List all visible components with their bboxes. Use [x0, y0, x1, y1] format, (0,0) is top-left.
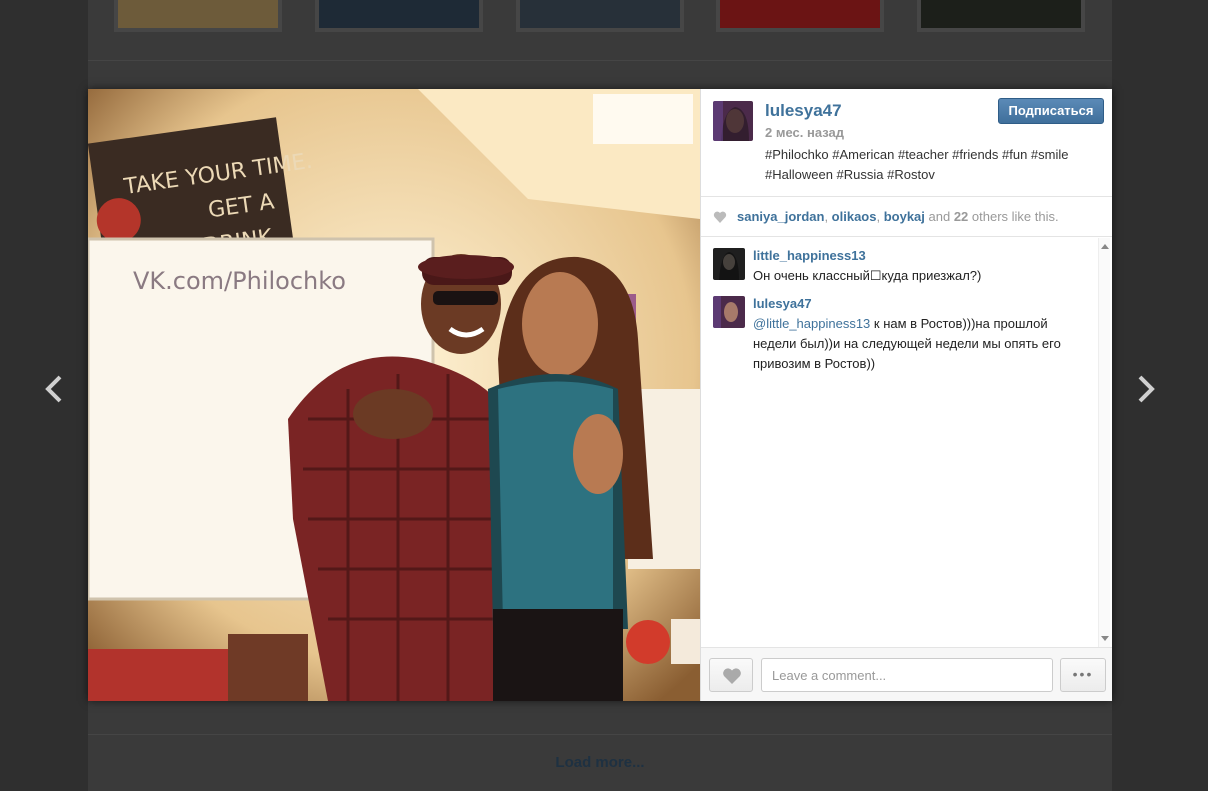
- post-header: lulesya47 2 мес. назад #Philochko #Ameri…: [701, 89, 1112, 197]
- heart-icon: [713, 211, 727, 223]
- background-thumbnail: [114, 0, 282, 32]
- post-timestamp: 2 мес. назад: [765, 125, 844, 140]
- scroll-up-icon[interactable]: [1101, 244, 1109, 249]
- next-arrow-icon[interactable]: [1126, 372, 1166, 412]
- scroll-down-icon[interactable]: [1101, 636, 1109, 641]
- background-thumbnail: [917, 0, 1085, 32]
- comment-text: Он очень классный☐куда приезжал?): [753, 268, 982, 283]
- like-button[interactable]: [709, 658, 753, 692]
- comment-mention-link[interactable]: @little_happiness13: [753, 316, 870, 331]
- load-more-link[interactable]: Load more...: [88, 754, 1112, 771]
- likes-and-text: and: [924, 209, 954, 224]
- commenter-avatar[interactable]: [713, 248, 745, 280]
- background-thumbnail: [315, 0, 483, 32]
- post-caption: #Philochko #American #teacher #friends #…: [765, 147, 1069, 182]
- background-thumbnail: [716, 0, 884, 32]
- comment-footer: •••: [701, 647, 1112, 701]
- likes-separator: ,: [824, 209, 832, 224]
- comment-username[interactable]: lulesya47: [753, 296, 812, 311]
- liker-link[interactable]: saniya_jordan: [737, 209, 824, 224]
- background-divider: [88, 734, 1112, 735]
- likes-separator: ,: [876, 209, 884, 224]
- comment-username[interactable]: little_happiness13: [753, 248, 866, 263]
- comment-item: little_happiness13 Он очень классный☐куд…: [701, 248, 1096, 292]
- comments-scrollbar[interactable]: [1098, 238, 1110, 647]
- heart-icon: [723, 668, 741, 684]
- liker-link[interactable]: olikaos: [832, 209, 877, 224]
- post-sidebar: lulesya47 2 мес. назад #Philochko #Ameri…: [700, 89, 1112, 701]
- comment-input[interactable]: [761, 658, 1053, 692]
- whiteboard-text: VK.com/Philochko: [133, 267, 346, 295]
- more-options-button[interactable]: •••: [1060, 658, 1106, 692]
- likes-summary: saniya_jordan, olikaos, boykaj and 22 ot…: [701, 197, 1112, 237]
- background-divider: [88, 60, 1112, 61]
- liker-link[interactable]: boykaj: [884, 209, 925, 224]
- previous-arrow-icon[interactable]: [34, 372, 74, 412]
- comment-item: lulesya47 @little_happiness13 к нам в Ро…: [701, 296, 1096, 386]
- author-username[interactable]: lulesya47: [765, 101, 842, 121]
- likes-others-count: 22: [953, 209, 969, 224]
- comments-list: little_happiness13 Он очень классный☐куд…: [701, 238, 1112, 647]
- background-thumbnail: [516, 0, 684, 32]
- commenter-avatar[interactable]: [713, 296, 745, 328]
- comment-text: @little_happiness13 к нам в Ростов)))на …: [753, 314, 1083, 374]
- follow-button[interactable]: Подписаться: [998, 98, 1104, 124]
- author-avatar[interactable]: [713, 101, 753, 141]
- likes-others-text: others like this.: [968, 209, 1059, 224]
- post-photo: TAKE YOUR TIME. GET A DRINK VK.com/Philo…: [88, 89, 700, 701]
- photo-modal: TAKE YOUR TIME. GET A DRINK VK.com/Philo…: [88, 89, 1112, 701]
